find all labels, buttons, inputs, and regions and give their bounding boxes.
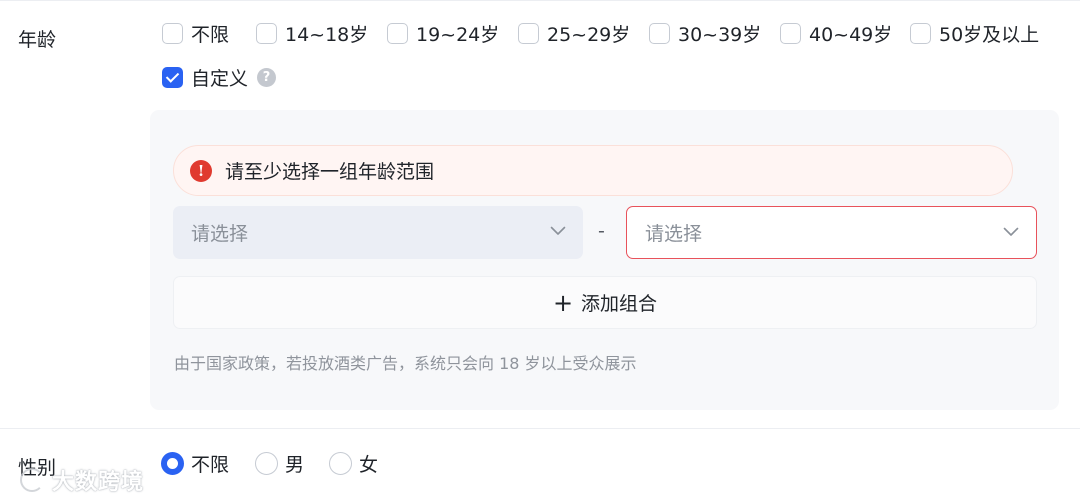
age-label: 年龄 bbox=[18, 29, 57, 51]
checkbox[interactable] bbox=[387, 22, 408, 44]
checkbox[interactable] bbox=[162, 22, 183, 44]
watermark-logo-icon bbox=[20, 468, 44, 492]
age-option-25-29[interactable]: 25~29岁 bbox=[518, 20, 630, 46]
checkbox[interactable] bbox=[649, 22, 670, 44]
chevron-down-icon bbox=[550, 226, 566, 235]
age-option-14-18[interactable]: 14~18岁 bbox=[256, 20, 368, 46]
policy-notice: 由于国家政策，若投放酒类广告，系统只会向 18 岁以上受众展示 bbox=[174, 354, 637, 373]
gender-option-unlimited[interactable]: 不限 bbox=[161, 450, 229, 476]
section-divider bbox=[0, 428, 1080, 429]
select-placeholder: 请选择 bbox=[191, 223, 249, 245]
option-label: 自定义 bbox=[191, 67, 249, 90]
checkbox[interactable] bbox=[910, 22, 931, 44]
checkbox[interactable] bbox=[518, 22, 539, 44]
top-divider bbox=[0, 0, 1080, 1]
option-label: 30~39岁 bbox=[678, 23, 762, 46]
question-circle-icon[interactable]: ? bbox=[257, 67, 277, 87]
age-option-30-39[interactable]: 30~39岁 bbox=[649, 20, 761, 46]
range-separator: - bbox=[598, 220, 605, 242]
add-combination-button[interactable]: + 添加组合 bbox=[173, 276, 1037, 329]
radio-selected[interactable] bbox=[161, 451, 184, 475]
option-label: 不限 bbox=[191, 23, 230, 46]
watermark-text: 大数跨境 bbox=[52, 470, 145, 495]
checkbox[interactable] bbox=[780, 22, 801, 44]
radio-label: 男 bbox=[285, 453, 305, 476]
error-text: 请至少选择一组年龄范围 bbox=[225, 161, 435, 183]
exclamation-circle-icon: ! bbox=[190, 159, 212, 182]
option-label: 40~49岁 bbox=[809, 23, 893, 46]
age-option-40-49[interactable]: 40~49岁 bbox=[780, 20, 892, 46]
radio-label: 不限 bbox=[191, 453, 230, 476]
select-placeholder: 请选择 bbox=[645, 223, 703, 245]
checkbox[interactable] bbox=[256, 22, 277, 44]
age-to-select[interactable]: 请选择 bbox=[626, 206, 1037, 259]
option-label: 14~18岁 bbox=[285, 23, 369, 46]
watermark: 大数跨境 bbox=[20, 464, 144, 496]
radio-label: 女 bbox=[359, 453, 379, 476]
gender-option-female[interactable]: 女 bbox=[329, 450, 378, 476]
radio[interactable] bbox=[329, 451, 352, 475]
option-label: 19~24岁 bbox=[416, 23, 500, 46]
age-from-select[interactable]: 请选择 bbox=[173, 206, 583, 259]
age-option-custom[interactable]: 自定义 ? bbox=[162, 64, 277, 90]
add-combination-label: 添加组合 bbox=[581, 293, 658, 315]
age-option-unlimited[interactable]: 不限 bbox=[162, 20, 229, 46]
chevron-down-icon bbox=[1003, 227, 1019, 236]
option-label: 50岁及以上 bbox=[939, 23, 1040, 46]
error-banner: ! 请至少选择一组年龄范围 bbox=[173, 145, 1013, 196]
gender-option-male[interactable]: 男 bbox=[255, 450, 304, 476]
option-label: 25~29岁 bbox=[547, 23, 631, 46]
age-option-19-24[interactable]: 19~24岁 bbox=[387, 20, 499, 46]
plus-icon: + bbox=[552, 288, 574, 317]
radio[interactable] bbox=[255, 451, 278, 475]
checkbox-checked[interactable] bbox=[162, 66, 183, 88]
age-option-50-plus[interactable]: 50岁及以上 bbox=[910, 20, 1039, 46]
